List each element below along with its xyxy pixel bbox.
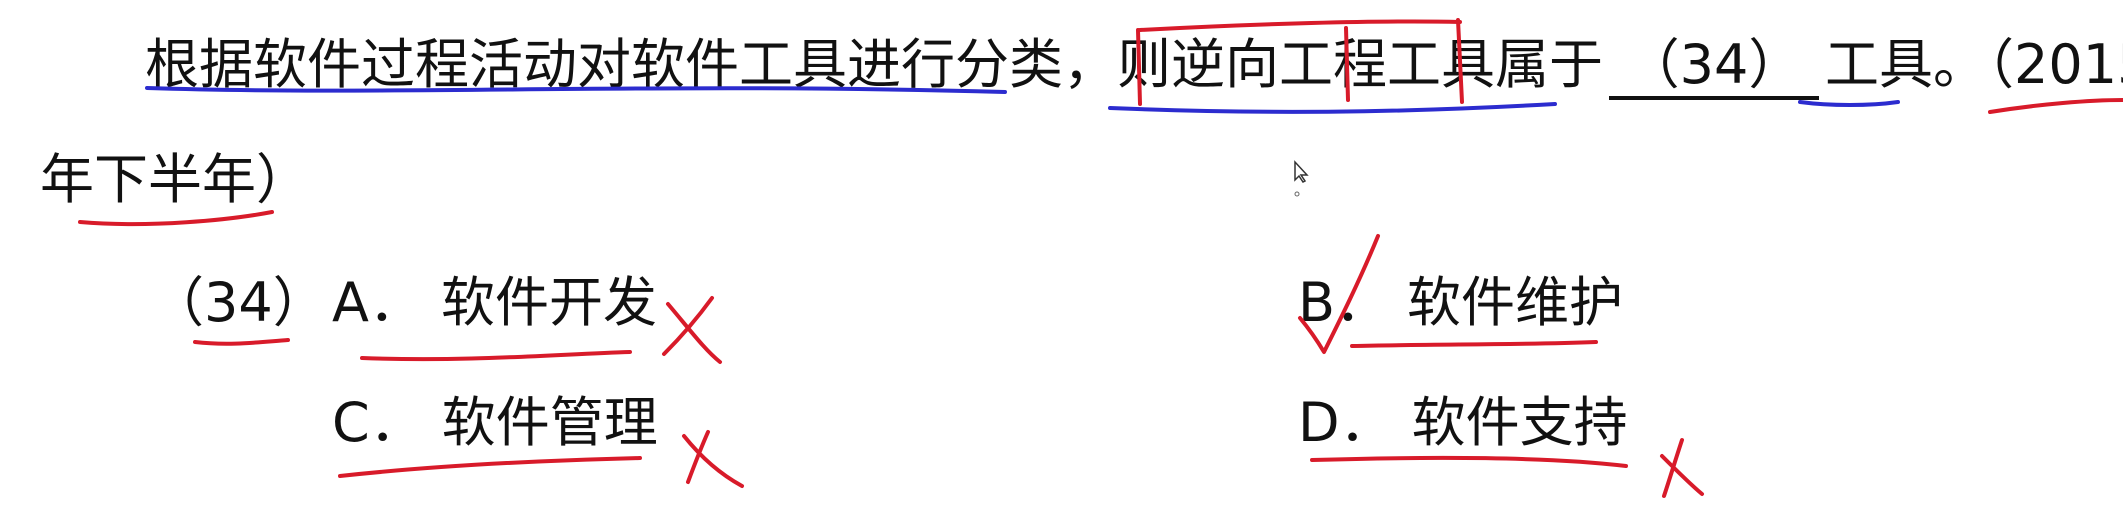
red-underline-option-d <box>1310 456 1628 468</box>
option-b: B． 软件维护 <box>1298 268 1623 338</box>
question-line-2: 年下半年） <box>40 145 310 215</box>
red-underline-question-number <box>193 338 290 346</box>
red-underline-option-c <box>338 456 642 478</box>
red-box-top <box>1138 19 1462 32</box>
question-text: 根据软件过程活动对软件工具进行分类，则逆向工程工具属于 <box>145 33 1603 96</box>
option-b-text: 软件维护 <box>1407 271 1624 334</box>
option-c-letter: C． <box>332 391 424 454</box>
option-a-letter: A． <box>332 271 423 334</box>
question-number: （34） <box>150 271 327 334</box>
option-a: A． 软件开发 <box>332 268 657 338</box>
option-c-text: 软件管理 <box>441 391 658 454</box>
question-text-after-blank: 工具。（2015 <box>1825 33 2123 96</box>
question-line-1: 根据软件过程活动对软件工具进行分类，则逆向工程工具属于 （34） 工具。（2015 <box>145 30 2123 100</box>
option-c: C． 软件管理 <box>332 388 658 458</box>
option-b-letter: B． <box>1298 271 1390 334</box>
option-a-text: 软件开发 <box>440 271 657 334</box>
option-d: D． 软件支持 <box>1298 388 1628 458</box>
option-d-letter: D． <box>1298 391 1394 454</box>
red-underline-year-2015 <box>1988 98 2123 114</box>
cross-mark-icon-option-d <box>1660 438 1704 498</box>
mouse-cursor-icon <box>1294 160 1309 197</box>
cross-mark-icon-option-a <box>662 296 722 364</box>
option-d-text: 软件支持 <box>1411 391 1628 454</box>
red-underline-option-a <box>360 350 632 362</box>
blue-underline-reverse-engineering <box>1108 102 1557 114</box>
answer-blank: （34） <box>1609 34 1819 100</box>
question-year: 年下半年） <box>40 148 310 211</box>
cross-mark-icon-option-c <box>682 430 744 488</box>
blue-underline-tool <box>1798 100 1900 107</box>
red-underline-option-b <box>1350 340 1598 348</box>
